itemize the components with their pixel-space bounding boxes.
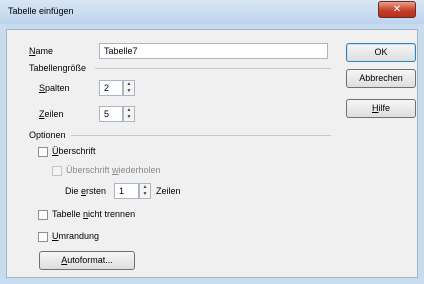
title-bar[interactable]: Tabelle einfügen ✕ bbox=[0, 0, 424, 24]
no-split-checkbox[interactable] bbox=[38, 210, 48, 220]
heading-checkbox[interactable] bbox=[38, 147, 48, 157]
name-input[interactable]: Tabelle7 bbox=[99, 43, 328, 59]
border-label: Umrandung bbox=[52, 231, 100, 241]
rows-input[interactable]: 5 bbox=[99, 106, 123, 122]
spin-up-icon[interactable]: ▲ bbox=[124, 107, 134, 114]
table-size-heading: Tabellengröße bbox=[29, 63, 87, 73]
window-title: Tabelle einfügen bbox=[8, 6, 74, 16]
options-separator bbox=[71, 135, 331, 136]
border-checkbox[interactable] bbox=[38, 232, 48, 242]
spin-up-icon[interactable]: ▲ bbox=[124, 81, 134, 88]
table-size-separator bbox=[95, 68, 331, 69]
close-button[interactable]: ✕ bbox=[378, 1, 416, 18]
spin-down-icon[interactable]: ▼ bbox=[140, 191, 150, 198]
no-split-label: Tabelle nicht trennen bbox=[52, 209, 136, 219]
first-rows-input[interactable]: 1 bbox=[114, 183, 139, 199]
insert-table-dialog: Tabelle einfügen ✕ Name Tabelle7 Tabelle… bbox=[0, 0, 424, 284]
rows-label: Zeilen bbox=[39, 109, 64, 119]
spin-down-icon[interactable]: ▼ bbox=[124, 88, 134, 95]
spin-up-icon[interactable]: ▲ bbox=[140, 184, 150, 191]
cancel-button[interactable]: Abbrechen bbox=[346, 69, 416, 88]
columns-label: Spalten bbox=[39, 83, 70, 93]
first-rows-label: Die ersten bbox=[65, 186, 107, 196]
autoformat-button[interactable]: Autoformat... bbox=[39, 251, 135, 270]
repeat-heading-checkbox[interactable] bbox=[52, 166, 62, 176]
columns-input[interactable]: 2 bbox=[99, 80, 123, 96]
name-label: Name bbox=[29, 46, 54, 56]
first-rows-spinner[interactable]: ▲ ▼ bbox=[139, 183, 151, 199]
heading-label: Überschrift bbox=[52, 146, 96, 156]
columns-spinner[interactable]: ▲ ▼ bbox=[123, 80, 135, 96]
ok-button[interactable]: OK bbox=[346, 43, 416, 62]
repeat-heading-label: Überschrift wiederholen bbox=[66, 165, 161, 175]
rows-spinner[interactable]: ▲ ▼ bbox=[123, 106, 135, 122]
dialog-body: Name Tabelle7 Tabellengröße Spalten 2 ▲ ▼… bbox=[6, 29, 418, 278]
first-rows-suffix: Zeilen bbox=[156, 186, 181, 196]
options-heading: Optionen bbox=[29, 130, 66, 140]
spin-down-icon[interactable]: ▼ bbox=[124, 114, 134, 121]
help-button[interactable]: Hilfe bbox=[346, 99, 416, 118]
